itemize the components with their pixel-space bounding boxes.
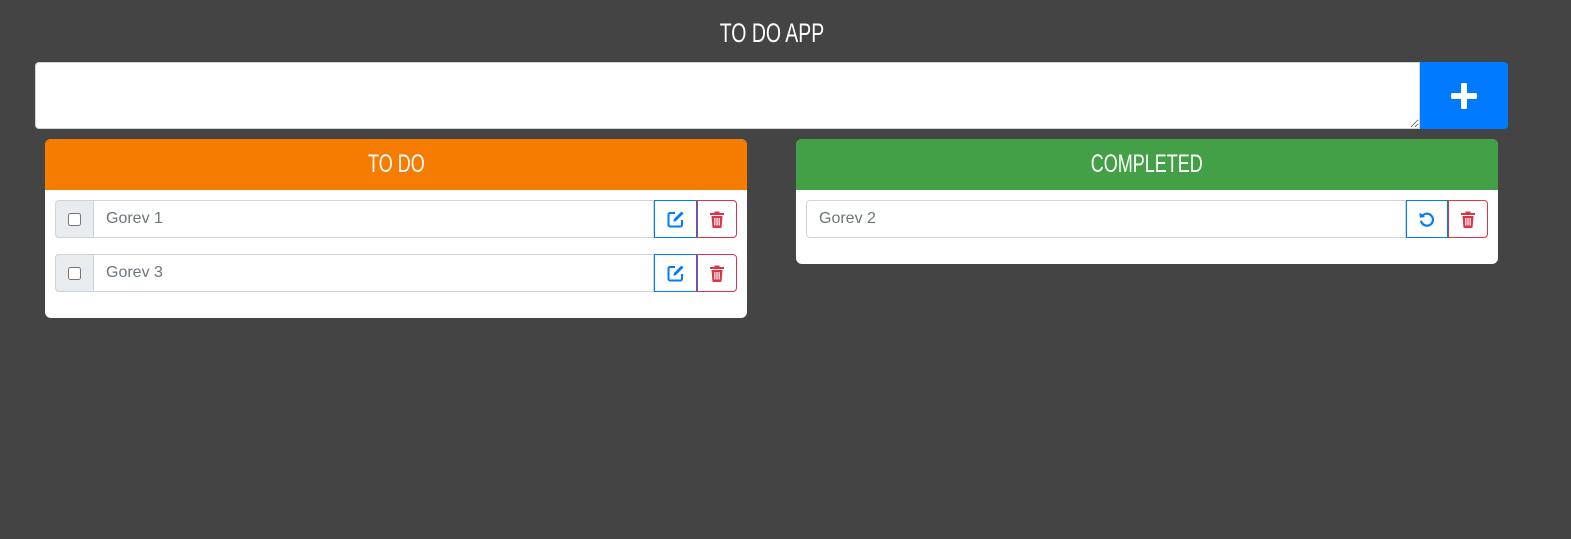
plus-icon <box>1451 82 1477 109</box>
undo-button[interactable] <box>1406 200 1448 238</box>
todo-item: Gorev 3 <box>55 254 737 292</box>
todo-item-text: Gorev 3 <box>93 254 654 292</box>
trash-icon <box>1461 211 1475 228</box>
todo-checkbox[interactable] <box>68 266 81 280</box>
todo-checkbox[interactable] <box>68 212 81 226</box>
todo-header-label: TO DO <box>367 150 425 178</box>
delete-button[interactable] <box>1448 200 1488 238</box>
completed-item: Gorev 2 <box>806 200 1488 238</box>
todo-card: TO DO Gorev 1 Gorev 3 <box>45 139 747 318</box>
completed-header-label: COMPLETED <box>1090 150 1204 178</box>
completed-card-header: COMPLETED <box>796 139 1498 190</box>
edit-button[interactable] <box>654 200 697 238</box>
todo-item: Gorev 1 <box>55 200 737 238</box>
edit-icon <box>667 211 683 228</box>
completed-card: COMPLETED Gorev 2 <box>796 139 1498 264</box>
todo-card-header: TO DO <box>45 139 747 190</box>
todo-checkbox-wrap <box>55 254 93 292</box>
app-title: TO DO APP <box>719 18 825 48</box>
completed-item-text: Gorev 2 <box>806 200 1406 238</box>
delete-button[interactable] <box>697 254 737 292</box>
edit-button[interactable] <box>654 254 697 292</box>
trash-icon <box>710 265 724 282</box>
delete-button[interactable] <box>697 200 737 238</box>
undo-icon <box>1419 212 1434 227</box>
add-task-form <box>35 62 1508 129</box>
new-task-input[interactable] <box>35 62 1420 129</box>
todo-checkbox-wrap <box>55 200 93 238</box>
edit-icon <box>667 265 683 282</box>
trash-icon <box>710 211 724 228</box>
add-task-button[interactable] <box>1420 62 1508 129</box>
todo-item-text: Gorev 1 <box>93 200 654 238</box>
